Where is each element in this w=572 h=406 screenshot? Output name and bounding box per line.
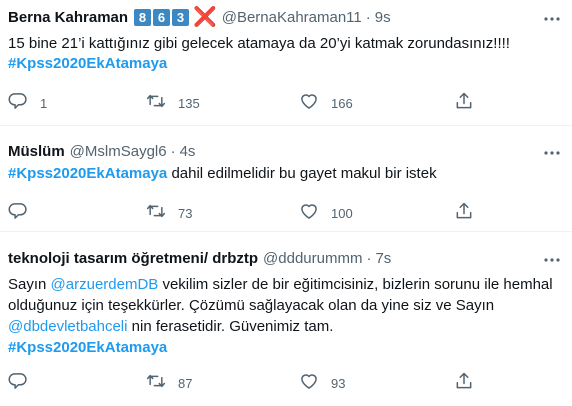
author-handle[interactable]: @dddurummm [263, 250, 362, 267]
retweet-button[interactable]: 87 [146, 372, 192, 394]
tweet[interactable]: Müslüm @MslmSaygl6 · 4s #Kpss2020EkAtama… [0, 126, 572, 232]
like-button[interactable]: 100 [299, 202, 353, 224]
heart-icon [299, 371, 319, 396]
timestamp[interactable]: 7s [375, 250, 391, 267]
tweet-actions: 1 135 166 [0, 92, 572, 116]
mention-link[interactable]: @dbdevletbahceli [8, 318, 127, 335]
tweet-actions: 87 93 [0, 372, 572, 396]
tweet-text: #Kpss2020EkAtamaya dahil edilmelidir bu … [8, 164, 556, 184]
reply-icon [8, 201, 28, 226]
author-name[interactable]: teknoloji tasarım öğretmeni/ drbztp [8, 250, 258, 267]
retweet-icon [146, 371, 166, 396]
keycap-badge: 8 [134, 9, 152, 26]
reply-icon [8, 371, 28, 396]
retweet-count: 73 [178, 205, 193, 221]
retweet-button[interactable]: 73 [146, 202, 192, 224]
reply-count: 1 [40, 95, 48, 111]
tweet[interactable]: Berna Kahraman 8 6 3 ❌ @BernaKahraman11 … [0, 0, 572, 126]
like-button[interactable]: 93 [299, 372, 345, 394]
tweet-header: teknoloji tasarım öğretmeni/ drbztp @ddd… [8, 250, 391, 267]
author-name[interactable]: Müslüm [8, 143, 65, 160]
reply-icon [8, 91, 28, 116]
tweet[interactable]: teknoloji tasarım öğretmeni/ drbztp @ddd… [0, 232, 572, 406]
retweet-icon [146, 91, 166, 116]
share-icon [454, 371, 474, 396]
cross-mark-icon: ❌ [193, 7, 217, 28]
retweet-button[interactable]: 135 [146, 92, 200, 114]
name-emoji-badges: 8 6 3 ❌ [134, 7, 217, 28]
separator-dot: · [365, 9, 371, 26]
hashtag-link[interactable]: #Kpss2020EkAtamaya [8, 165, 167, 182]
tweet-header: Berna Kahraman 8 6 3 ❌ @BernaKahraman11 … [8, 7, 391, 28]
more-icon[interactable] [542, 250, 562, 275]
share-icon [454, 201, 474, 226]
timestamp[interactable]: 4s [180, 143, 196, 160]
like-count: 100 [331, 205, 353, 221]
tweet-text-line: 15 bine 21’i kattığınız gibi gelecek ata… [8, 35, 510, 52]
separator-dot: · [366, 250, 372, 267]
hashtag-link[interactable]: #Kpss2020EkAtamaya [8, 55, 167, 72]
reply-button[interactable] [8, 372, 40, 394]
more-icon[interactable] [542, 9, 562, 34]
retweet-count: 135 [178, 95, 200, 111]
heart-icon [299, 201, 319, 226]
like-count: 166 [331, 95, 353, 111]
like-count: 93 [331, 375, 346, 391]
retweet-count: 87 [178, 375, 193, 391]
author-handle[interactable]: @BernaKahraman11 [222, 9, 362, 26]
keycap-badge: 6 [153, 9, 171, 26]
mention-link[interactable]: @arzuerdemDB [51, 276, 159, 293]
share-button[interactable] [454, 92, 474, 114]
tweet-text: 15 bine 21’i kattığınız gibi gelecek ata… [8, 34, 556, 74]
tweet-text-segment: nin ferasetidir. Güvenimiz tam. [127, 318, 334, 335]
author-name[interactable]: Berna Kahraman [8, 9, 128, 26]
author-handle[interactable]: @MslmSaygl6 [70, 143, 167, 160]
reply-button[interactable]: 1 [8, 92, 47, 114]
reply-button[interactable] [8, 202, 40, 224]
retweet-icon [146, 201, 166, 226]
like-button[interactable]: 166 [299, 92, 353, 114]
share-button[interactable] [454, 202, 474, 224]
heart-icon [299, 91, 319, 116]
tweet-actions: 73 100 [0, 202, 572, 226]
keycap-badge: 3 [172, 9, 190, 26]
tweet-header: Müslüm @MslmSaygl6 · 4s [8, 143, 195, 160]
tweet-text-segment: Sayın [8, 276, 51, 293]
tweet-text: Sayın @arzuerdemDB vekilim sizler de bir… [8, 274, 556, 358]
timestamp[interactable]: 9s [375, 9, 391, 26]
tweet-text-segment: dahil edilmelidir bu gayet makul bir ist… [167, 165, 437, 182]
hashtag-link[interactable]: #Kpss2020EkAtamaya [8, 339, 167, 356]
separator-dot: · [170, 143, 176, 160]
share-button[interactable] [454, 372, 474, 394]
share-icon [454, 91, 474, 116]
